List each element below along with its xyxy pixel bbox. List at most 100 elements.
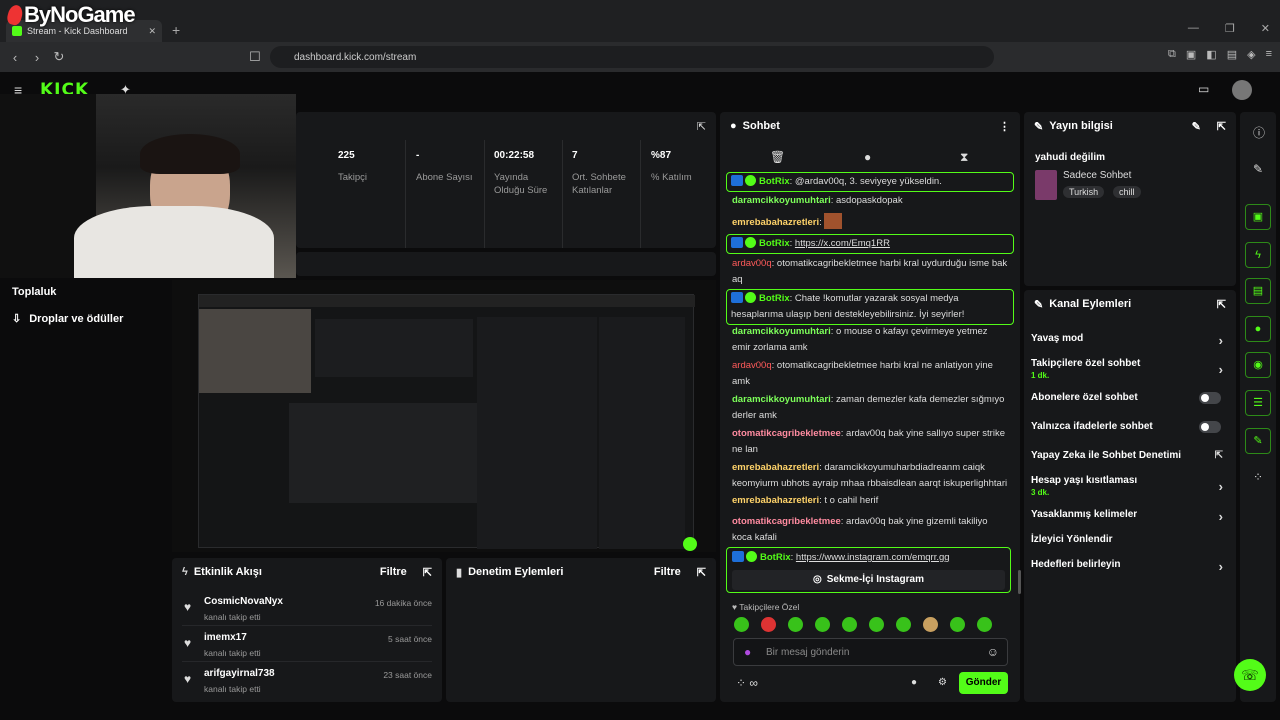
popout-icon[interactable]: ⇱ xyxy=(1217,298,1226,311)
minimize-icon[interactable]: — xyxy=(1188,22,1199,35)
popout-icon[interactable]: ⇱ xyxy=(423,566,432,579)
toggle[interactable] xyxy=(1199,421,1221,433)
forward-icon[interactable]: › xyxy=(26,50,48,65)
emote-icon[interactable] xyxy=(977,617,992,632)
activity-user[interactable]: arifgayirnal738 xyxy=(204,668,275,679)
send-button[interactable]: Gönder xyxy=(959,672,1008,694)
popout-icon[interactable]: ⇱ xyxy=(1217,120,1226,133)
action-account-age[interactable]: Hesap yaşı kısıtlaması 3 dk. › xyxy=(1031,475,1227,497)
stream-category[interactable]: Sadece Sohbet xyxy=(1063,170,1131,181)
chat-username[interactable]: emrebabahazretleri xyxy=(732,217,819,228)
popout-icon[interactable]: ⇱ xyxy=(697,566,706,579)
moderation-filter-button[interactable]: Filtre xyxy=(654,566,681,578)
broadcast-icon[interactable]: ◉ xyxy=(1245,352,1271,378)
chat-bubble-icon[interactable]: ● xyxy=(864,150,871,164)
emote-icon[interactable] xyxy=(815,617,830,632)
activity-user[interactable]: CosmicNovaNyx xyxy=(204,596,283,607)
action-followers-only[interactable]: Takipçilere özel sohbet 1 dk. › xyxy=(1031,358,1227,380)
toggle[interactable] xyxy=(1199,392,1221,404)
action-slow-mode[interactable]: Yavaş mod › xyxy=(1031,333,1227,348)
wallet-icon[interactable]: ▤ xyxy=(1227,48,1237,61)
emote-row[interactable] xyxy=(734,617,1014,633)
sidebar-item-community[interactable]: Toplaluk xyxy=(12,286,56,298)
more-icon[interactable]: ⋮ xyxy=(999,120,1010,133)
dots-icon[interactable]: ⁘ xyxy=(1253,470,1263,484)
emote-icon[interactable] xyxy=(896,617,911,632)
hourglass-icon[interactable]: ⧗ xyxy=(960,150,968,165)
emoji-icon[interactable]: ☺ xyxy=(987,645,999,659)
document-icon[interactable]: ▤ xyxy=(1245,278,1271,304)
edit-icon[interactable]: ✎ xyxy=(1192,120,1201,133)
chat-input[interactable]: ● Bir mesaj gönderin ☺ xyxy=(733,638,1008,666)
chat-scrollbar[interactable] xyxy=(1018,570,1021,594)
emote-icon[interactable] xyxy=(788,617,803,632)
chat-username[interactable]: otomatikcagribekletmee xyxy=(732,428,841,439)
sidebar-item-drops[interactable]: ⇩ Droplar ve ödüller xyxy=(12,312,123,325)
emote-icon[interactable] xyxy=(734,617,749,632)
maximize-icon[interactable]: ❐ xyxy=(1225,22,1235,35)
wrench-icon[interactable]: ✎ xyxy=(1245,428,1271,454)
activity-user[interactable]: imemx17 xyxy=(204,632,247,643)
infinity-indicator[interactable]: ∞ xyxy=(749,676,758,690)
puzzle-icon[interactable]: ⧉ xyxy=(1168,48,1176,61)
chat-bubble-icon[interactable]: ● xyxy=(911,677,917,688)
url-field[interactable]: dashboard.kick.com/stream xyxy=(270,46,994,68)
chat-username[interactable]: otomatikcagribekletmee xyxy=(732,516,841,527)
chat-username[interactable]: BotRix xyxy=(760,552,791,563)
chat-username[interactable]: emrebabahazretleri xyxy=(732,462,819,473)
sidebar-icon[interactable]: ◧ xyxy=(1206,48,1216,61)
gear-icon[interactable]: ⚙ xyxy=(938,677,947,688)
back-icon[interactable]: ‹ xyxy=(4,50,26,65)
instagram-button[interactable]: ◎ Sekme-İçi Instagram xyxy=(732,570,1005,590)
chat-link[interactable]: https://www.instagram.com/emqrr.gg xyxy=(796,552,950,563)
emote-icon[interactable] xyxy=(761,617,776,632)
category-thumbnail[interactable] xyxy=(1035,170,1057,200)
chat-username[interactable]: BotRix xyxy=(759,176,790,187)
activity-time: 23 saat önce xyxy=(383,670,432,680)
reload-icon[interactable]: ↻ xyxy=(48,49,70,65)
action-banned-words[interactable]: Yasaklanmış kelimeler › xyxy=(1031,509,1227,524)
action-ai-moderation[interactable]: Yapay Zeka ile Sohbet Denetimi ⇱ xyxy=(1031,450,1227,461)
dots-icon[interactable]: ⁘ xyxy=(736,676,746,690)
chat-username[interactable]: ardav00q xyxy=(732,258,772,269)
list-icon[interactable]: ☰ xyxy=(1245,390,1271,416)
emote-icon[interactable] xyxy=(950,617,965,632)
screenshot-icon[interactable]: ▣ xyxy=(1186,48,1196,61)
edit-icon[interactable]: ✎ xyxy=(1253,162,1263,176)
stream-preview[interactable] xyxy=(172,280,716,552)
menu-icon[interactable]: ≡ xyxy=(1266,48,1272,61)
new-tab-button[interactable]: + xyxy=(172,22,180,38)
action-goals[interactable]: Hedefleri belirleyin › xyxy=(1031,559,1227,574)
stream-controls-bar xyxy=(296,252,716,276)
preview-chat xyxy=(477,317,597,549)
chat-icon[interactable]: ● xyxy=(1245,316,1271,342)
mic-icon[interactable]: ● xyxy=(744,645,751,659)
chat-link[interactable]: https://x.com/Emq1RR xyxy=(795,238,890,249)
emote-icon[interactable] xyxy=(923,617,938,632)
close-tab-icon[interactable]: ✕ xyxy=(148,26,156,37)
emote-icon[interactable] xyxy=(869,617,884,632)
chat-username[interactable]: ardav00q xyxy=(732,360,772,371)
action-raid[interactable]: İzleyici Yönlendir xyxy=(1031,534,1227,545)
info-icon[interactable]: ⓘ xyxy=(1253,124,1265,141)
stream-info-panel: ✎ Yayın bilgisi ✎ ⇱ yahudi değilim Sadec… xyxy=(1024,112,1236,286)
chat-username[interactable]: daramcikkoyumuhtari xyxy=(732,394,831,405)
activity-filter-button[interactable]: Filtre xyxy=(380,566,407,578)
chat-username[interactable]: emrebabahazretleri xyxy=(732,495,819,506)
chat-username[interactable]: daramcikkoyumuhtari xyxy=(732,326,831,337)
scan-icon[interactable]: ▣ xyxy=(1245,204,1271,230)
bolt-icon[interactable]: ϟ xyxy=(1245,242,1271,268)
action-sub: 1 dk. xyxy=(1031,371,1050,380)
avatar[interactable] xyxy=(1232,80,1252,100)
chat-username[interactable]: BotRix xyxy=(759,238,790,249)
emote-icon[interactable] xyxy=(842,617,857,632)
shield-icon[interactable]: ◈ xyxy=(1247,48,1255,61)
bookmark-icon[interactable]: ☐ xyxy=(244,49,266,65)
popout-icon[interactable]: ⇱ xyxy=(697,120,706,133)
studio-icon[interactable]: ▭ xyxy=(1198,82,1209,96)
trash-icon[interactable]: 🗑 xyxy=(770,150,785,164)
chat-username[interactable]: BotRix xyxy=(759,293,790,304)
chat-username[interactable]: daramcikkoyumuhtari xyxy=(732,195,831,206)
support-icon[interactable]: ☏ xyxy=(1234,659,1266,691)
close-window-icon[interactable]: ✕ xyxy=(1261,22,1270,35)
